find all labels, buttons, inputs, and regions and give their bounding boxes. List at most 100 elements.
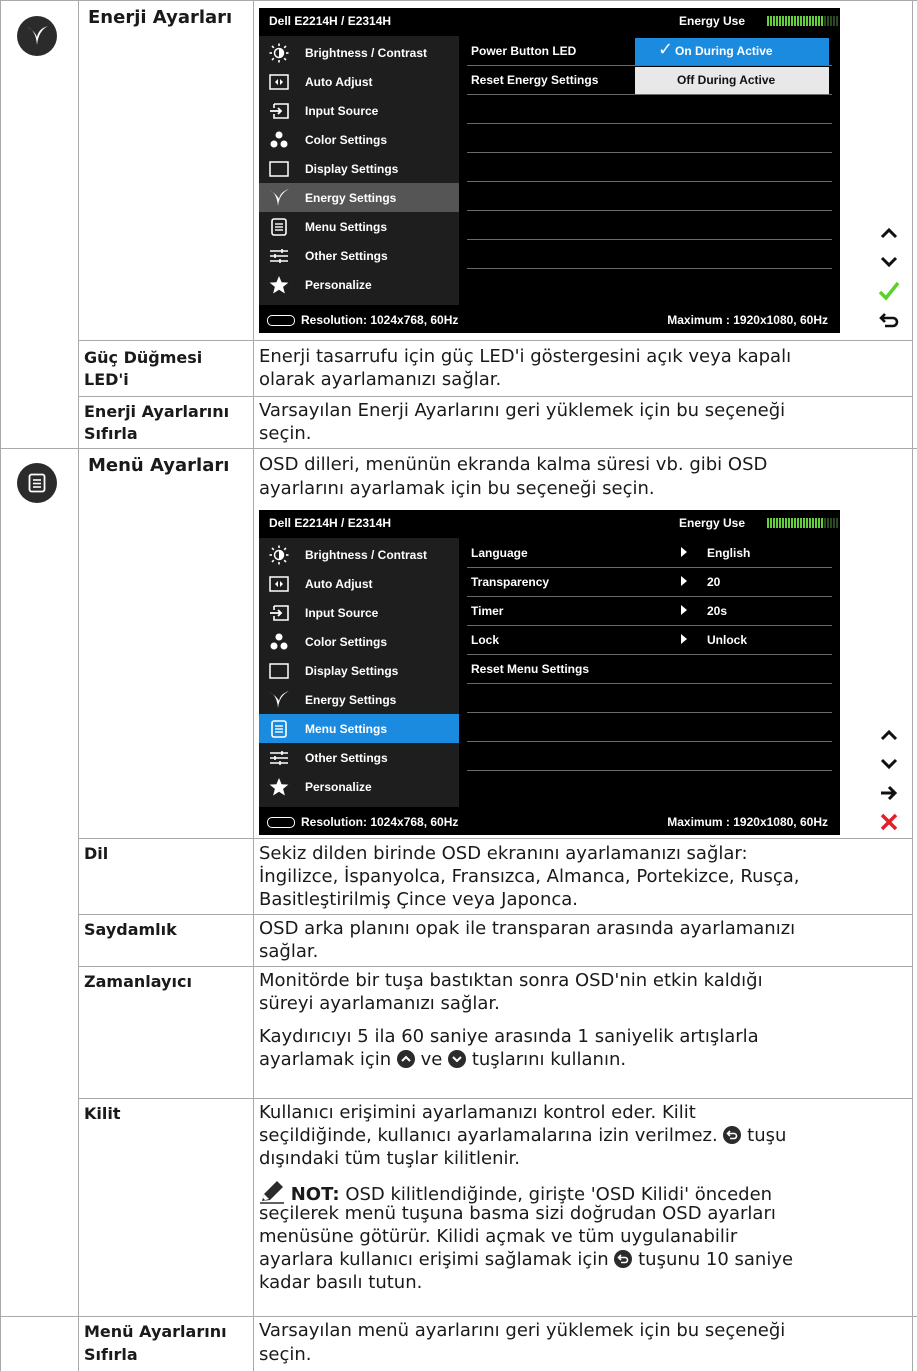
color-settings-icon: [259, 131, 299, 149]
triangle-right-icon: [681, 547, 687, 557]
menu-item-energy-settings[interactable]: Energy Settings: [259, 685, 459, 714]
label-reset-energy-2: Sıfırla: [84, 424, 138, 443]
submenu-row-label: Power Button LED: [471, 44, 577, 58]
osd-status-bar: Resolution: 1024x768, 60Hz Maximum : 192…: [259, 807, 840, 835]
vga-connector-icon: [267, 817, 295, 828]
up-arrow-icon[interactable]: [876, 722, 902, 748]
menu-item-label: Color Settings: [305, 634, 388, 649]
menu-item-brightness[interactable]: Brightness / Contrast: [259, 540, 459, 569]
input-source-icon: [259, 604, 299, 621]
menu-item-color-settings[interactable]: Color Settings: [259, 125, 459, 154]
osd-submenu-menu: Language English Transparency 20 Timer 2…: [459, 538, 840, 807]
desc-timer-1: Monitörde bir tuşa bastıktan sonra OSD'n…: [259, 970, 763, 991]
osd-model-title: Dell E2214H / E2314H: [269, 516, 392, 530]
menu-item-brightness[interactable]: Brightness / Contrast: [259, 38, 459, 67]
menu-item-label: Auto Adjust: [305, 74, 373, 89]
energy-use-label: Energy Use: [679, 516, 746, 530]
menu-item-other-settings[interactable]: Other Settings: [259, 743, 459, 772]
menu-item-label: Display Settings: [305, 663, 399, 678]
menu-item-label: Energy Settings: [305, 190, 397, 205]
label-power-led-2: LED'i: [84, 370, 129, 389]
submenu-row-power-led[interactable]: Power Button LED ✓ On During Active: [467, 36, 832, 66]
down-button-icon: [448, 1050, 467, 1068]
note-line-5: kadar basılı tutun.: [259, 1272, 423, 1293]
option-off-during-active[interactable]: Off During Active: [677, 73, 775, 87]
row-divider: [78, 966, 913, 967]
menu-item-input-source[interactable]: Input Source: [259, 598, 459, 627]
col-divider-0: [0, 0, 1, 1371]
submenu-row-reset-menu[interactable]: Reset Menu Settings: [467, 654, 832, 684]
auto-adjust-icon: [259, 73, 299, 90]
submenu-row-label: Reset Energy Settings: [471, 73, 599, 87]
note-line-2: seçilerek menü tuşuna basma sizi doğruda…: [259, 1203, 776, 1224]
row-divider: [78, 396, 913, 397]
menu-item-display-settings[interactable]: Display Settings: [259, 154, 459, 183]
menu-item-color-settings[interactable]: Color Settings: [259, 627, 459, 656]
menu-item-menu-settings[interactable]: Menu Settings: [259, 714, 459, 743]
desc-timer-4c: tuşlarını kullanın.: [471, 1049, 627, 1070]
menu-item-auto-adjust[interactable]: Auto Adjust: [259, 569, 459, 598]
close-icon[interactable]: [876, 809, 902, 835]
menu-item-menu-settings[interactable]: Menu Settings: [259, 212, 459, 241]
desc-menu-1: OSD dilleri, menünün ekranda kalma süres…: [259, 454, 768, 475]
down-arrow-icon[interactable]: [876, 249, 902, 275]
desc-lock-2b: tuşu: [747, 1125, 787, 1146]
menu-item-other-settings[interactable]: Other Settings: [259, 241, 459, 270]
desc-power-led-1: Enerji tasarrufu için güç LED'i gösterge…: [259, 346, 792, 367]
osd-main-menu: Brightness / Contrast Auto Adjust Input …: [259, 538, 459, 807]
row-divider: [78, 838, 913, 839]
back-button-icon: [614, 1250, 633, 1268]
osd-main-menu: Brightness / Contrast Auto Adjust Input …: [259, 36, 459, 305]
menu-item-display-settings[interactable]: Display Settings: [259, 656, 459, 685]
submenu-row-label: Reset Menu Settings: [471, 662, 590, 676]
osd-status-bar: Resolution: 1024x768, 60Hz Maximum : 192…: [259, 305, 840, 333]
desc-timer-4: ayarlamak için ve tuşlarını kullanın.: [259, 1049, 626, 1071]
menu-item-auto-adjust[interactable]: Auto Adjust: [259, 67, 459, 96]
note-line-3: menüsüne götürür. Kilidi açmak ve tüm uy…: [259, 1226, 738, 1247]
desc-language-2: İngilizce, İspanyolca, Fransızca, Almanc…: [259, 866, 800, 887]
option-on-during-active[interactable]: On During Active: [675, 44, 773, 58]
note-line-4: ayarlara kullanıcı erişimi sağlamak için…: [259, 1249, 793, 1271]
menu-item-personalize[interactable]: Personalize: [259, 772, 459, 801]
submenu-row-empty: [467, 123, 832, 153]
check-icon[interactable]: [876, 278, 902, 304]
energy-use-meter: [767, 518, 838, 528]
submenu-row-empty: [467, 239, 832, 269]
submenu-row-reset-energy[interactable]: Reset Energy Settings Off During Active: [467, 65, 832, 95]
menu-settings-icon: [259, 217, 299, 236]
menu-item-personalize[interactable]: Personalize: [259, 270, 459, 299]
menu-item-label: Input Source: [305, 103, 379, 118]
menu-item-energy-settings[interactable]: Energy Settings: [259, 183, 459, 212]
osd-model-title: Dell E2214H / E2314H: [269, 14, 392, 28]
submenu-row-lock[interactable]: Lock Unlock: [467, 625, 832, 655]
submenu-row-value: English: [707, 546, 751, 560]
label-reset-menu-2: Sıfırla: [84, 1345, 138, 1364]
back-icon[interactable]: [876, 307, 902, 333]
right-arrow-icon[interactable]: [876, 780, 902, 806]
section-title-menu: Menü Ayarları: [88, 455, 230, 476]
menu-item-label: Other Settings: [305, 248, 388, 263]
submenu-row-transparency[interactable]: Transparency 20: [467, 567, 832, 597]
menu-item-label: Personalize: [305, 277, 372, 292]
energy-leaf-icon: [259, 188, 299, 208]
menu-item-label: Brightness / Contrast: [305, 547, 428, 562]
row-divider: [0, 448, 917, 449]
menu-item-input-source[interactable]: Input Source: [259, 96, 459, 125]
star-icon: [259, 275, 299, 295]
note-text-1: OSD kilitlendiğinde, girişte 'OSD Kilidi…: [345, 1184, 773, 1205]
resolution-readout: Resolution: 1024x768, 60Hz: [301, 313, 459, 327]
display-settings-icon: [259, 160, 299, 177]
submenu-row-timer[interactable]: Timer 20s: [467, 596, 832, 626]
energy-use-meter: [767, 16, 838, 26]
menu-item-label: Energy Settings: [305, 692, 397, 707]
submenu-row-empty: [467, 268, 832, 297]
down-arrow-icon[interactable]: [876, 751, 902, 777]
checkmark-icon: ✓: [658, 39, 674, 59]
note-text-4b: tuşunu 10 saniye: [638, 1249, 794, 1270]
desc-language-3: Basitleştirilmiş Çince veya Japonca.: [259, 889, 578, 910]
back-button-icon: [723, 1126, 742, 1144]
submenu-row-language[interactable]: Language English: [467, 538, 832, 568]
up-arrow-icon[interactable]: [876, 220, 902, 246]
other-settings-icon: [259, 248, 299, 264]
submenu-row-label: Lock: [471, 633, 500, 647]
